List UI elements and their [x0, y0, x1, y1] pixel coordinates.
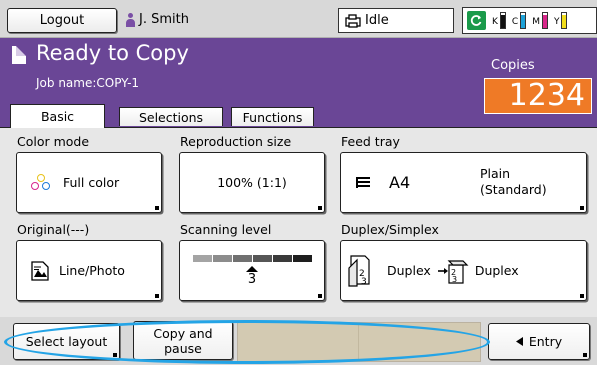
select-layout-label: Select layout	[25, 334, 108, 349]
color-mode-value: Full color	[63, 175, 120, 190]
ink-m-bar	[541, 12, 548, 29]
original-label: Original(---)	[17, 222, 90, 237]
copies-count[interactable]: 1234	[484, 78, 592, 114]
tab-functions[interactable]: Functions	[231, 107, 314, 126]
copy-and-pause-button[interactable]: Copy and pause	[133, 321, 233, 360]
ink-levels[interactable]: K C M Y	[462, 7, 597, 34]
color-circles-icon	[31, 173, 51, 192]
user-name: J. Smith	[139, 12, 189, 27]
feed-tray-paper-detail: (Standard)	[480, 181, 547, 197]
svg-text:3: 3	[452, 275, 457, 284]
feed-tray-paper: Plain (Standard)	[480, 166, 547, 197]
original-button[interactable]: Line/Photo	[16, 240, 162, 301]
tab-basic[interactable]: Basic	[10, 104, 105, 128]
scanning-level-value: 3	[247, 272, 257, 287]
ink-c-fill	[521, 15, 526, 28]
logout-button[interactable]: Logout	[7, 8, 117, 33]
duplex-original-icon: 2 3	[348, 254, 370, 287]
copy-pause-line2: pause	[164, 340, 202, 356]
ink-y: Y	[554, 12, 568, 29]
duplex-from-value: Duplex	[387, 263, 431, 278]
user-info: J. Smith	[126, 12, 189, 27]
reproduction-size-button[interactable]: 100% (1:1)	[179, 152, 325, 213]
svg-text:3: 3	[361, 277, 367, 287]
color-mode-button[interactable]: Full color	[16, 152, 162, 213]
copy-pause-line1: Copy and	[153, 325, 213, 341]
ink-m: M	[532, 12, 548, 29]
entry-button[interactable]: Entry	[488, 323, 590, 360]
tab-selections-label: Selections	[138, 109, 204, 125]
line-photo-icon	[31, 260, 49, 281]
logout-label: Logout	[39, 13, 85, 28]
feed-tray-label: Feed tray	[341, 134, 400, 149]
printer-status-icon	[345, 13, 361, 28]
tab-functions-label: Functions	[242, 109, 303, 125]
ink-y-bar	[561, 12, 568, 29]
reproduction-size-value: 100% (1:1)	[217, 175, 287, 190]
tab-basic-label: Basic	[40, 109, 75, 124]
status-text: Idle	[365, 13, 389, 28]
triangle-left-icon	[515, 337, 523, 346]
duplex-simplex-button[interactable]: 2 3 Duplex 2 3 Duplex	[340, 240, 587, 301]
user-icon	[126, 12, 135, 27]
scanning-level-label: Scanning level	[180, 222, 272, 237]
duplex-to-value: Duplex	[474, 263, 519, 278]
copies-label: Copies	[491, 58, 535, 73]
ink-m-fill	[542, 15, 547, 28]
duplex-output-icon: 2 3	[437, 259, 469, 284]
refresh-icon	[467, 11, 486, 30]
document-icon	[12, 46, 26, 64]
entry-label: Entry	[528, 334, 563, 349]
paper-tray-icon	[356, 176, 370, 188]
feed-tray-button[interactable]: A4 Plain (Standard)	[340, 152, 587, 213]
scanning-level-scale	[192, 255, 312, 262]
feed-tray-paper-type: Plain	[480, 166, 511, 181]
duplex-simplex-label: Duplex/Simplex	[341, 222, 439, 237]
original-value: Line/Photo	[59, 263, 125, 278]
status-bar: Logout J. Smith Idle K C M Y	[0, 0, 597, 38]
tab-selections[interactable]: Selections	[119, 107, 223, 126]
scanning-level-button[interactable]: 3	[179, 240, 325, 301]
page-title: Ready to Copy	[36, 41, 189, 65]
color-mode-label: Color mode	[17, 134, 90, 149]
ink-c: C	[512, 12, 527, 29]
select-layout-button[interactable]: Select layout	[13, 323, 120, 360]
ink-k: K	[492, 12, 506, 29]
copies-value: 1234	[508, 78, 585, 113]
ink-k-bar	[499, 12, 506, 29]
empty-button-area	[237, 322, 481, 362]
ink-c-bar	[520, 12, 527, 29]
ink-y-fill	[562, 15, 567, 28]
job-name: Job name:COPY-1	[36, 76, 140, 90]
feed-tray-size: A4	[389, 173, 411, 192]
ink-k-fill	[500, 15, 505, 28]
reproduction-size-label: Reproduction size	[180, 134, 292, 149]
settings-panel: Color mode Reproduction size Feed tray F…	[0, 127, 597, 317]
status-indicator[interactable]: Idle	[338, 8, 454, 33]
